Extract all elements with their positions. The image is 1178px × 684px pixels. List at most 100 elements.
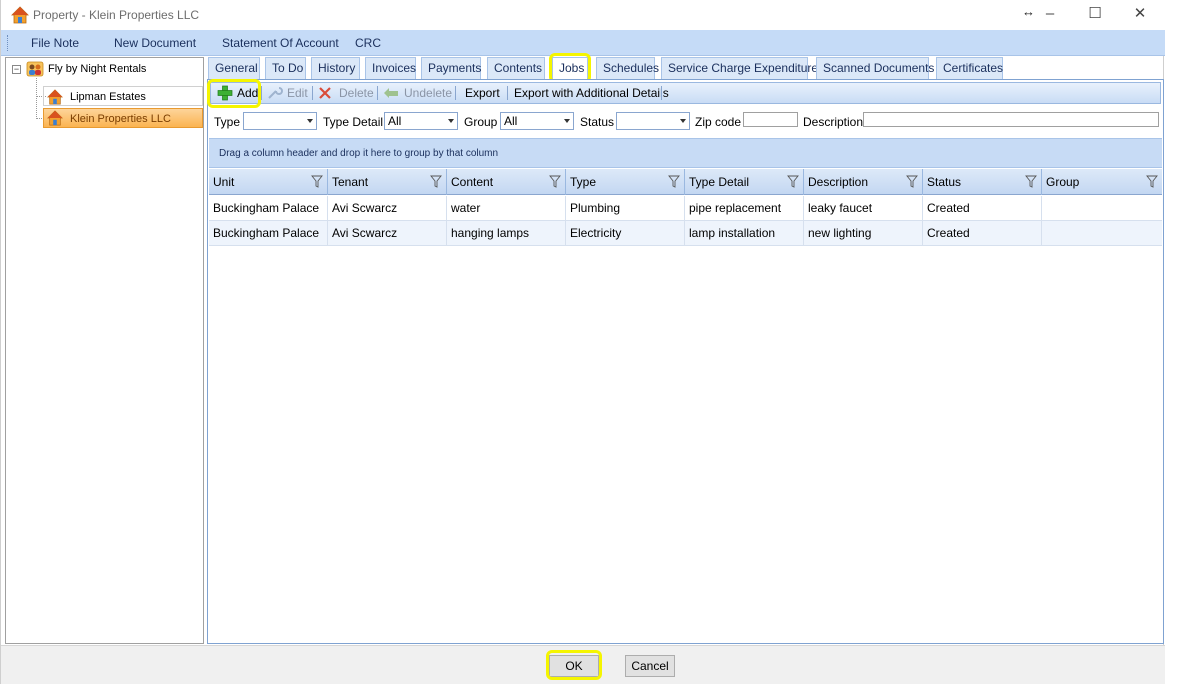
tree-node-fly-by-night-rentals[interactable]: Fly by Night Rentals: [26, 59, 150, 79]
jobs-panel: Add Edit Delete Undelete Export Export w…: [207, 79, 1164, 644]
title-bar: Property - Klein Properties LLC ↔ – ☐ ✕: [1, 0, 1165, 30]
delete-button[interactable]: Delete: [318, 84, 374, 102]
tree-node-label: Klein Properties LLC: [70, 113, 171, 125]
close-button[interactable]: ✕: [1120, 2, 1160, 26]
plus-icon: [217, 85, 233, 101]
filter-icon[interactable]: [549, 175, 561, 188]
maximize-button[interactable]: ☐: [1075, 2, 1115, 26]
undelete-button[interactable]: Undelete: [383, 84, 452, 102]
grid-header: Unit Tenant Content Type Type Detail Des…: [209, 169, 1162, 195]
cell-status: Created: [923, 221, 1042, 246]
type-detail-filter-select[interactable]: All: [384, 112, 458, 130]
tree-expander[interactable]: −: [12, 65, 21, 74]
tab-scanned-documents[interactable]: Scanned Documents: [816, 57, 934, 79]
filter-icon[interactable]: [1146, 175, 1158, 188]
export-additional-details-button[interactable]: Export with Additional Details: [514, 84, 669, 102]
filter-icon[interactable]: [906, 175, 918, 188]
zip-code-filter-label: Zip code: [695, 115, 742, 129]
toolbar-separator: [377, 86, 378, 100]
tree-node-klein-properties[interactable]: Klein Properties LLC: [43, 108, 203, 128]
cell-status: Created: [923, 196, 1042, 221]
filter-bar: Type Type Detail All Group All Status Zi…: [210, 108, 1161, 134]
tab-jobs[interactable]: Jobs: [552, 57, 588, 79]
column-header-label: Type Detail: [689, 175, 750, 189]
tab-to-do[interactable]: To Do: [265, 57, 306, 79]
cell-group: [1042, 221, 1162, 246]
minimize-button[interactable]: –: [1030, 2, 1070, 26]
status-filter-select[interactable]: [616, 112, 690, 130]
cell-description: new lighting: [804, 221, 923, 246]
type-filter-select[interactable]: [243, 112, 317, 130]
chevron-down-icon: [680, 119, 686, 123]
type-detail-filter-label: Type Detail: [323, 115, 384, 129]
column-header-label: Tenant: [332, 175, 369, 189]
tab-invoices[interactable]: Invoices: [365, 57, 416, 79]
toolbar-separator: [312, 86, 313, 100]
column-header-description[interactable]: Description: [804, 169, 923, 195]
zip-code-input[interactable]: [743, 112, 798, 127]
cell-group: [1042, 196, 1162, 221]
undo-arrow-icon: [384, 88, 398, 98]
tree-node-label: Fly by Night Rentals: [48, 63, 147, 75]
cell-description: leaky faucet: [804, 196, 923, 221]
jobs-toolbar: Add Edit Delete Undelete Export Export w…: [210, 82, 1161, 104]
group-filter-label: Group: [464, 115, 498, 129]
group-by-panel[interactable]: Drag a column header and drop it here to…: [209, 138, 1162, 168]
filter-icon[interactable]: [430, 175, 442, 188]
people-icon: [26, 61, 44, 77]
edit-button[interactable]: Edit: [267, 84, 308, 102]
table-row[interactable]: Buckingham Palace Avi Scwarcz hanging la…: [209, 221, 1162, 246]
menu-crc[interactable]: CRC: [355, 36, 381, 50]
tab-history[interactable]: History: [311, 57, 360, 79]
group-filter-value: All: [504, 114, 518, 128]
window-title: Property - Klein Properties LLC: [33, 8, 200, 22]
filter-icon[interactable]: [1025, 175, 1037, 188]
house-icon: [47, 110, 63, 126]
tree-node-label: Lipman Estates: [70, 91, 146, 103]
menu-new-document[interactable]: New Document: [114, 36, 196, 50]
cell-unit: Buckingham Palace: [209, 196, 328, 221]
toolbar-separator: [661, 86, 662, 100]
column-header-label: Description: [808, 175, 869, 189]
description-filter-label: Description: [803, 115, 864, 129]
add-button-label: Add: [237, 86, 259, 100]
tree-node-lipman-estates[interactable]: Lipman Estates: [43, 86, 203, 106]
column-header-type[interactable]: Type: [566, 169, 685, 195]
tab-contents[interactable]: Contents: [487, 57, 545, 79]
tab-general[interactable]: General: [208, 57, 260, 79]
chevron-down-icon: [448, 119, 454, 123]
column-header-unit[interactable]: Unit: [209, 169, 328, 195]
house-icon: [47, 89, 63, 105]
filter-icon[interactable]: [311, 175, 323, 188]
table-row[interactable]: Buckingham Palace Avi Scwarcz water Plum…: [209, 196, 1162, 221]
menu-statement-of-account[interactable]: Statement Of Account: [222, 36, 339, 50]
column-header-label: Status: [927, 175, 962, 189]
cell-type: Electricity: [566, 221, 685, 246]
column-header-status[interactable]: Status: [923, 169, 1042, 195]
ok-button[interactable]: OK: [549, 655, 599, 677]
tab-schedules[interactable]: Schedules: [596, 57, 659, 79]
export-button[interactable]: Export: [465, 84, 500, 102]
tab-service-charge-expenditure[interactable]: Service Charge Expenditure: [661, 57, 818, 79]
column-header-tenant[interactable]: Tenant: [328, 169, 447, 195]
tab-certificates[interactable]: Certificates: [936, 57, 1003, 79]
group-filter-select[interactable]: All: [500, 112, 574, 130]
menu-file-note[interactable]: File Note: [31, 36, 79, 50]
filter-icon[interactable]: [787, 175, 799, 188]
tree-connector: [36, 78, 37, 119]
cell-tenant: Avi Scwarcz: [328, 196, 447, 221]
column-header-group[interactable]: Group: [1042, 169, 1162, 195]
column-header-type-detail[interactable]: Type Detail: [685, 169, 804, 195]
undelete-button-label: Undelete: [404, 86, 453, 100]
property-tree: − Fly by Night Rentals Lipman Estates Kl…: [5, 57, 204, 644]
column-header-content[interactable]: Content: [447, 169, 566, 195]
cell-type-detail: lamp installation: [685, 221, 804, 246]
cancel-button[interactable]: Cancel: [625, 655, 675, 677]
column-header-label: Type: [570, 175, 597, 189]
chevron-down-icon: [564, 119, 570, 123]
cell-tenant: Avi Scwarcz: [328, 221, 447, 246]
add-button[interactable]: Add: [217, 84, 258, 102]
filter-icon[interactable]: [668, 175, 680, 188]
description-input[interactable]: [863, 112, 1159, 127]
tab-payments[interactable]: Payments: [421, 57, 481, 79]
